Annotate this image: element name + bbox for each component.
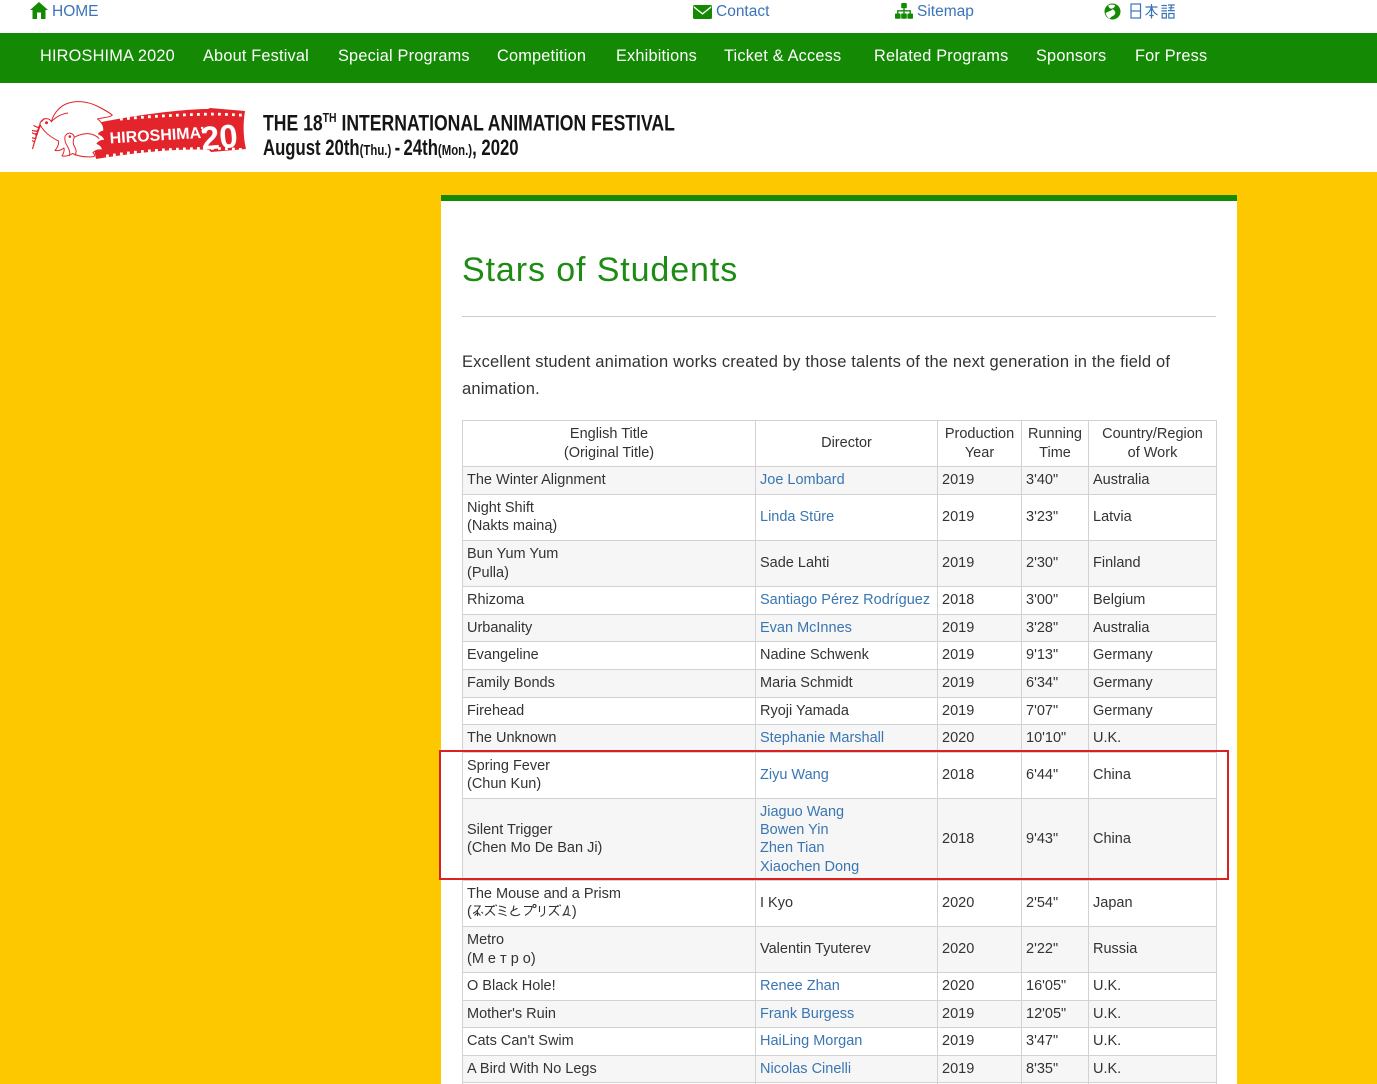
svg-text:20: 20 [199,117,239,157]
